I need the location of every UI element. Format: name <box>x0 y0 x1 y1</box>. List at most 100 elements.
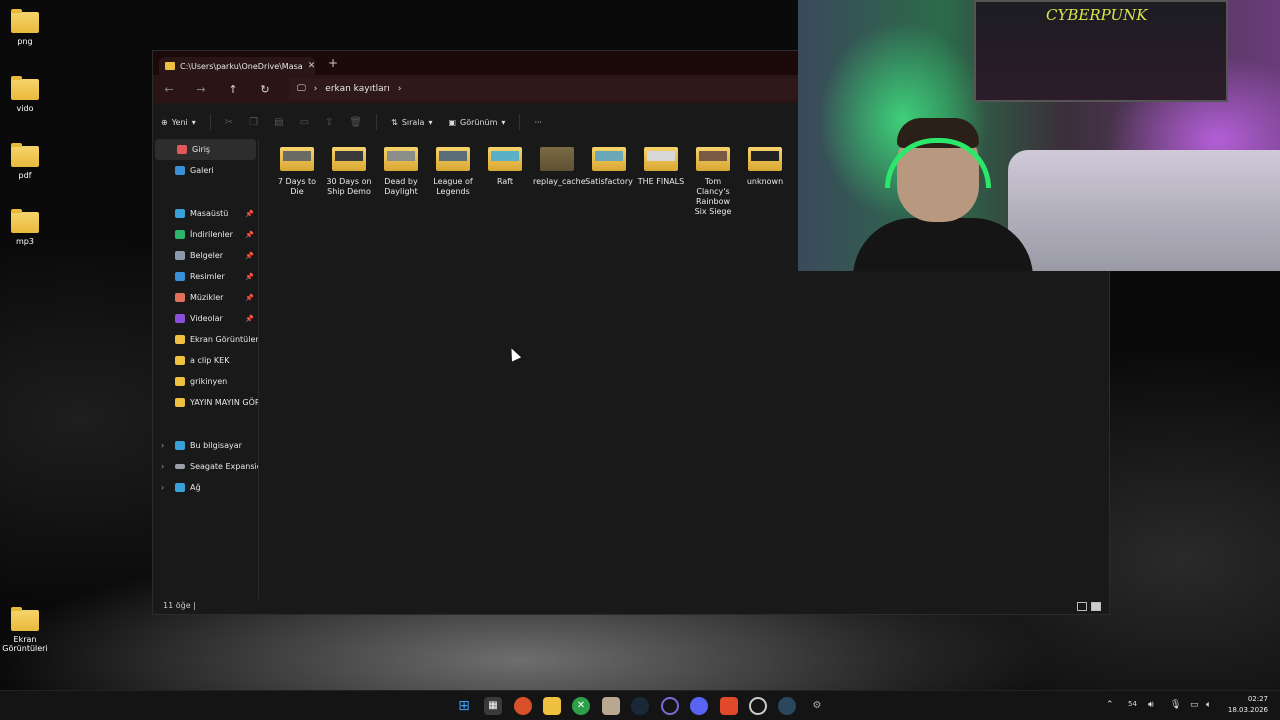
chevron-right-icon[interactable]: › <box>161 441 164 450</box>
pin-icon[interactable]: 📌 <box>245 210 254 218</box>
drive-icon <box>175 464 185 469</box>
sidebar-item-seagate[interactable]: › Seagate Expansion <box>153 456 258 477</box>
xbox-icon[interactable]: ✕ <box>572 697 590 715</box>
paste-button[interactable]: ▤ <box>266 117 291 128</box>
folder-item[interactable]: Raft <box>481 143 529 187</box>
close-tab-icon[interactable]: ✕ <box>308 61 315 71</box>
rename-button[interactable]: ▭ <box>292 117 317 128</box>
refresh-icon[interactable]: ↻ <box>249 83 281 96</box>
sidebar-item-gallery[interactable]: Galeri <box>153 160 258 181</box>
sidebar-item-pictures[interactable]: Resimler 📌 <box>153 266 258 287</box>
pin-icon[interactable]: 📌 <box>245 273 254 281</box>
sidebar-item-grikinyen[interactable]: grikinyen <box>153 371 258 392</box>
music-icon <box>175 293 185 302</box>
folder-icon <box>592 147 626 171</box>
status-bar: 11 öğe | <box>163 601 196 610</box>
folder-item[interactable]: Tom Clancy's Rainbow Six Siege <box>689 143 737 217</box>
sidebar-item-yayin-mayin[interactable]: YAYIN MAYIN GÖRÜNTÜLERİ <box>153 392 258 413</box>
desktop-icon-png[interactable]: png <box>0 9 55 46</box>
sidebar-item-a-clip-kek[interactable]: a clip KEK <box>153 350 258 371</box>
steam-icon[interactable] <box>778 697 796 715</box>
sidebar-item-network[interactable]: › Ağ <box>153 477 258 498</box>
poster-text: CYBERPUNK <box>1046 6 1148 24</box>
speaker-icon[interactable]: 🔈︎ <box>1206 700 1211 710</box>
desktop-icon-vido[interactable]: vido <box>0 76 55 113</box>
sidebar-item-music[interactable]: Müzikler 📌 <box>153 287 258 308</box>
pin-icon[interactable]: 📌 <box>245 231 254 239</box>
folder-item[interactable]: Dead by Daylight <box>377 143 425 197</box>
sidebar-item-videos[interactable]: Videolar 📌 <box>153 308 258 329</box>
desktop-icon-label: pdf <box>18 171 32 180</box>
desktop-icon-mp3[interactable]: mp3 <box>0 209 55 246</box>
view-button[interactable]: ▣ Görünüm ▾ <box>440 118 513 127</box>
obs-icon[interactable] <box>749 697 767 715</box>
time: 02:27 <box>1247 695 1268 703</box>
microphone-icon[interactable]: 🎙︎ <box>1170 700 1181 710</box>
sidebar-item-home[interactable]: Giriş <box>155 139 256 160</box>
taskbar: ⊞ ▦ ✕ ⚙ ⌃ 54 🔊︎ 🎙︎ ▭ 🔈︎ 02:27 18.03.2026 <box>0 690 1280 720</box>
windows-start-icon[interactable]: ⊞ <box>455 697 473 715</box>
steam-icon[interactable] <box>631 697 649 715</box>
chevron-right-icon[interactable]: › <box>161 462 164 471</box>
network-icon <box>175 483 185 492</box>
folder-item[interactable]: 30 Days on Ship Demo <box>325 143 373 197</box>
folder-item[interactable]: League of Legends <box>429 143 477 197</box>
pin-icon[interactable]: 📌 <box>245 294 254 302</box>
settings-icon[interactable]: ⚙ <box>808 697 826 715</box>
explorer-tab[interactable]: C:\Users\parku\OneDrive\Masa ✕ <box>159 57 315 75</box>
chevron-right-icon[interactable]: › <box>161 483 164 492</box>
forward-icon[interactable]: → <box>185 83 217 96</box>
details-view-icon[interactable] <box>1077 602 1087 611</box>
browser-icon[interactable] <box>514 697 532 715</box>
folder-label: THE FINALS <box>637 177 685 186</box>
app-icon[interactable] <box>602 697 620 715</box>
delete-button[interactable]: 🗑 <box>341 117 370 128</box>
chevron-up-icon[interactable]: ⌃ <box>1106 700 1114 710</box>
tiles-view-icon[interactable] <box>1091 602 1101 611</box>
folder-item[interactable]: replay_cache <box>533 143 586 187</box>
brave-icon[interactable] <box>720 697 738 715</box>
sidebar-item-this-pc[interactable]: › Bu bilgisayar <box>153 435 258 456</box>
up-icon[interactable]: ↑ <box>217 83 249 96</box>
clock[interactable]: 02:27 18.03.2026 <box>1228 694 1268 716</box>
folder-item[interactable]: 7 Days to Die <box>273 143 321 197</box>
cortana-icon[interactable] <box>661 697 679 715</box>
back-icon[interactable]: ← <box>153 83 185 96</box>
folder-icon <box>644 147 678 171</box>
sidebar-item-downloads[interactable]: İndirilenler 📌 <box>153 224 258 245</box>
more-button[interactable]: ··· <box>526 118 550 127</box>
folder-label: Satisfactory <box>585 177 633 186</box>
folder-item[interactable]: THE FINALS <box>637 143 685 187</box>
discord-icon[interactable] <box>690 697 708 715</box>
sort-button[interactable]: ⇅ Sırala ▾ <box>383 118 440 127</box>
volume-icon[interactable]: 🔊︎ <box>1148 700 1154 710</box>
new-button[interactable]: ⊕ Yeni ▾ <box>153 118 204 127</box>
gallery-icon <box>175 166 185 175</box>
sidebar-item-documents[interactable]: Belgeler 📌 <box>153 245 258 266</box>
desktop-icon-ekran-goruntuleri[interactable]: Ekran Görüntüleri <box>0 607 55 653</box>
pin-icon[interactable]: 📌 <box>245 315 254 323</box>
folder-icon <box>280 147 314 171</box>
sort-label: Sırala <box>401 117 425 127</box>
copy-button[interactable]: ❐ <box>241 117 266 128</box>
breadcrumb[interactable]: erkan kayıtları <box>325 84 390 94</box>
network-icon[interactable]: ▭ <box>1190 700 1199 710</box>
chevron-right-icon[interactable]: › <box>314 84 318 94</box>
paste-icon: ▤ <box>274 116 284 128</box>
store-icon[interactable]: ▦ <box>484 697 502 715</box>
sidebar-item-desktop[interactable]: Masaüstü 📌 <box>153 203 258 224</box>
desktop-icon-pdf[interactable]: pdf <box>0 143 55 180</box>
folder-item[interactable]: unknown <box>741 143 789 187</box>
tray-number[interactable]: 54 <box>1128 700 1137 708</box>
chevron-right-icon[interactable]: › <box>398 84 402 94</box>
sidebar-item-screenshots[interactable]: Ekran Görüntüleri <box>153 329 258 350</box>
share-button[interactable]: ⇪ <box>317 117 341 128</box>
new-tab-button[interactable]: + <box>328 56 338 70</box>
cut-button[interactable]: ✂ <box>217 117 241 128</box>
documents-icon <box>175 251 185 260</box>
folder-icon <box>332 147 366 171</box>
pin-icon[interactable]: 📌 <box>245 252 254 260</box>
file-explorer-icon[interactable] <box>543 697 561 715</box>
folder-item[interactable]: Satisfactory <box>585 143 633 187</box>
folder-icon <box>175 356 185 365</box>
